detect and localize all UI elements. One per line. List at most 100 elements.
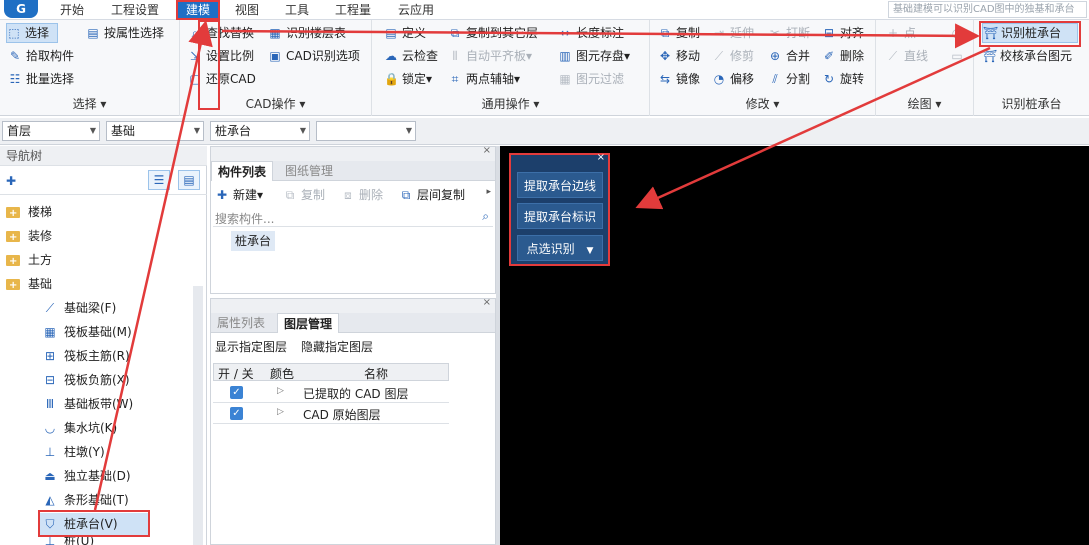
break-button[interactable]: ✂ 打断 [768, 23, 810, 43]
floor-copy-button[interactable]: ⧉ 层间复制 [399, 185, 465, 205]
tab-drawing-management[interactable]: 图纸管理 [279, 161, 339, 181]
more-icon[interactable]: ▸ [486, 187, 491, 197]
copy-button[interactable]: ⧉ 复制 [658, 23, 700, 43]
trim-icon: ⟋ [714, 49, 724, 63]
point-identify-button[interactable]: 点选识别 ▼ [517, 235, 603, 261]
align-button[interactable]: ⊟ 对齐 [822, 23, 864, 43]
component-search[interactable]: 搜索构件... ⌕ [213, 209, 493, 227]
tab-property-list[interactable]: 属性列表 [211, 313, 271, 333]
lock-button[interactable]: 🔒 锁定 ▾ [384, 69, 432, 89]
nav-item-raft[interactable]: ▦ 筏板基础(M) [42, 321, 131, 343]
rect-tool[interactable]: ▭ [950, 46, 968, 66]
floor-select[interactable]: 首层 ▼ [2, 121, 100, 141]
component-type-select[interactable]: 桩承台 ▼ [210, 121, 310, 141]
line-label: 直线 [904, 49, 929, 63]
rotate-button[interactable]: ↻ 旋转 [822, 69, 864, 89]
nav-folder-stairs[interactable]: 楼梯 [6, 201, 52, 225]
menu-cloud[interactable]: 云应用 [390, 0, 442, 20]
filter-elements-button[interactable]: ▦ 图元过滤 [558, 69, 624, 89]
split-button[interactable]: ⫽ 分割 [768, 69, 810, 89]
list-view-icon[interactable]: ☰ [148, 170, 170, 190]
merge-icon: ⊕ [769, 49, 781, 63]
line-button[interactable]: ⟋ 直线 [886, 46, 928, 66]
new-label: 新建 [233, 188, 258, 202]
expand-arrow-icon[interactable]: ▷ [277, 407, 284, 417]
cad-options-button[interactable]: ▣ CAD识别选项 [268, 46, 360, 66]
nav-item-pier[interactable]: ⊥ 柱墩(Y) [42, 441, 105, 463]
nav-item-pile[interactable]: ⊥ 桩(U) [42, 537, 94, 545]
menu-view[interactable]: 视图 [228, 0, 266, 20]
highlight-find-replace [198, 20, 220, 110]
auto-flush-button[interactable]: ⫴ 自动平齐板 ▾ [448, 46, 532, 66]
nav-item-strip[interactable]: Ⅲ 基础板带(W) [42, 393, 133, 415]
hide-layer-button[interactable]: 隐藏指定图层 [301, 337, 373, 357]
expand-all-icon[interactable]: ✚ [6, 174, 16, 188]
group-modify: ⧉ 复制 ⇥ 延伸 ✂ 打断 ⊟ 对齐 ✥ 移动 ⟋ 修剪 ⊕ 合并 ✐ 删除 ⇆ 镜像 ◔ 偏移 … [650, 20, 876, 116]
nav-scrollbar[interactable] [193, 286, 203, 545]
offset-button[interactable]: ◔ 偏移 [712, 69, 754, 89]
detail-view-icon[interactable]: ▤ [178, 170, 200, 190]
tab-component-list[interactable]: 构件列表 [211, 161, 274, 181]
component-select[interactable]: ▼ [316, 121, 416, 141]
nav-item-isolated-footing[interactable]: ⏏ 独立基础(D) [42, 465, 130, 487]
menu-quantity[interactable]: 工程量 [328, 0, 378, 20]
delete-component-button[interactable]: ⧈ 删除 [341, 185, 383, 205]
expand-arrow-icon[interactable]: ▷ [277, 386, 284, 396]
layer-visible-checkbox[interactable]: ✓ [230, 407, 243, 420]
nav-tree-panel: 导航树 ✚ ☰ ▤ 楼梯 装修 土方 基础 ⟋ 基础梁(F) ▦ 筏板基础(M) ⊞… [0, 146, 207, 545]
search-icon[interactable]: ⌕ [482, 209, 489, 224]
component-list-item[interactable]: 桩承台 [231, 231, 276, 251]
nav-item-raft-neg-rebar[interactable]: ⊟ 筏板负筋(X) [42, 369, 130, 391]
auto-flush-label: 自动平齐板 [466, 49, 527, 63]
point-identify-label: 点选识别 [526, 242, 575, 256]
nav-item-sump[interactable]: ◡ 集水坑(K) [42, 417, 117, 439]
nav-item-strip-footing[interactable]: ◭ 条形基础(T) [42, 489, 128, 511]
pick-component-button[interactable]: ✎ 拾取构件 [8, 46, 74, 66]
circle-tool[interactable]: ○ [950, 23, 968, 43]
divider [0, 194, 207, 195]
tab-layer-management[interactable]: 图层管理 [277, 313, 340, 333]
layer-visible-checkbox[interactable]: ✓ [230, 386, 243, 399]
menu-tools[interactable]: 工具 [278, 0, 316, 20]
merge-button[interactable]: ⊕ 合并 [768, 46, 810, 66]
new-component-button[interactable]: ✚ 新建 ▾ [215, 185, 263, 205]
move-button[interactable]: ✥ 移动 [658, 46, 700, 66]
folder-icon [6, 203, 20, 225]
category-select[interactable]: 基础 ▼ [106, 121, 204, 141]
trim-label: 修剪 [730, 49, 755, 63]
close-icon[interactable]: × [483, 145, 491, 156]
cloud-check-button[interactable]: ☁ 云检查 [384, 46, 438, 66]
identify-floor-table-button[interactable]: ▦ 识别楼层表 [268, 23, 346, 43]
select-by-property-button[interactable]: ▤ 按属性选择 [86, 23, 164, 43]
folder-icon [6, 251, 20, 273]
point-button[interactable]: + 点 [886, 23, 916, 43]
new-icon: ✚ [216, 188, 228, 202]
close-icon[interactable]: × [597, 152, 605, 163]
extract-cap-label-button[interactable]: 提取承台标识 [517, 203, 603, 229]
define-button[interactable]: ▤ 定义 [384, 23, 426, 43]
nav-item-foundation-beam[interactable]: ⟋ 基础梁(F) [42, 297, 116, 319]
close-icon[interactable]: × [483, 297, 491, 308]
copy-component-button[interactable]: ⧉ 复制 [283, 185, 325, 205]
nav-folder-earthwork[interactable]: 土方 [6, 249, 52, 273]
extract-cap-edge-button[interactable]: 提取承台边线 [517, 172, 603, 198]
search-hint-box[interactable]: 基础建模可以识别CAD图中的独基和承台 [888, 1, 1087, 18]
nav-folder-decoration[interactable]: 装修 [6, 225, 52, 249]
batch-select-button[interactable]: ☷ 批量选择 [8, 69, 74, 89]
extend-button[interactable]: ⇥ 延伸 [712, 23, 754, 43]
check-pile-cap-button[interactable]: ⛩ 校核承台图元 [982, 46, 1072, 66]
trim-button[interactable]: ⟋ 修剪 [712, 46, 754, 66]
select-button[interactable]: ⬚ 选择 [6, 23, 58, 43]
nav-folder-foundation[interactable]: 基础 [6, 273, 52, 297]
delete-button[interactable]: ✐ 删除 [822, 46, 864, 66]
two-point-axis-button[interactable]: ⌗ 两点辅轴 ▾ [448, 69, 520, 89]
mirror-button[interactable]: ⇆ 镜像 [658, 69, 700, 89]
copy-to-floor-button[interactable]: ⧉ 复制到其它层 [448, 23, 538, 43]
save-elements-button[interactable]: ▥ 图元存盘 ▾ [558, 46, 630, 66]
menu-start[interactable]: 开始 [52, 0, 92, 20]
layer-table-header: 开 / 关 颜色 名称 [213, 363, 449, 381]
show-layer-button[interactable]: 显示指定图层 [215, 337, 287, 357]
menu-project-settings[interactable]: 工程设置 [104, 0, 166, 20]
nav-item-raft-main-rebar[interactable]: ⊞ 筏板主筋(R) [42, 345, 130, 367]
length-dimension-button[interactable]: ↔ 长度标注 [558, 23, 624, 43]
